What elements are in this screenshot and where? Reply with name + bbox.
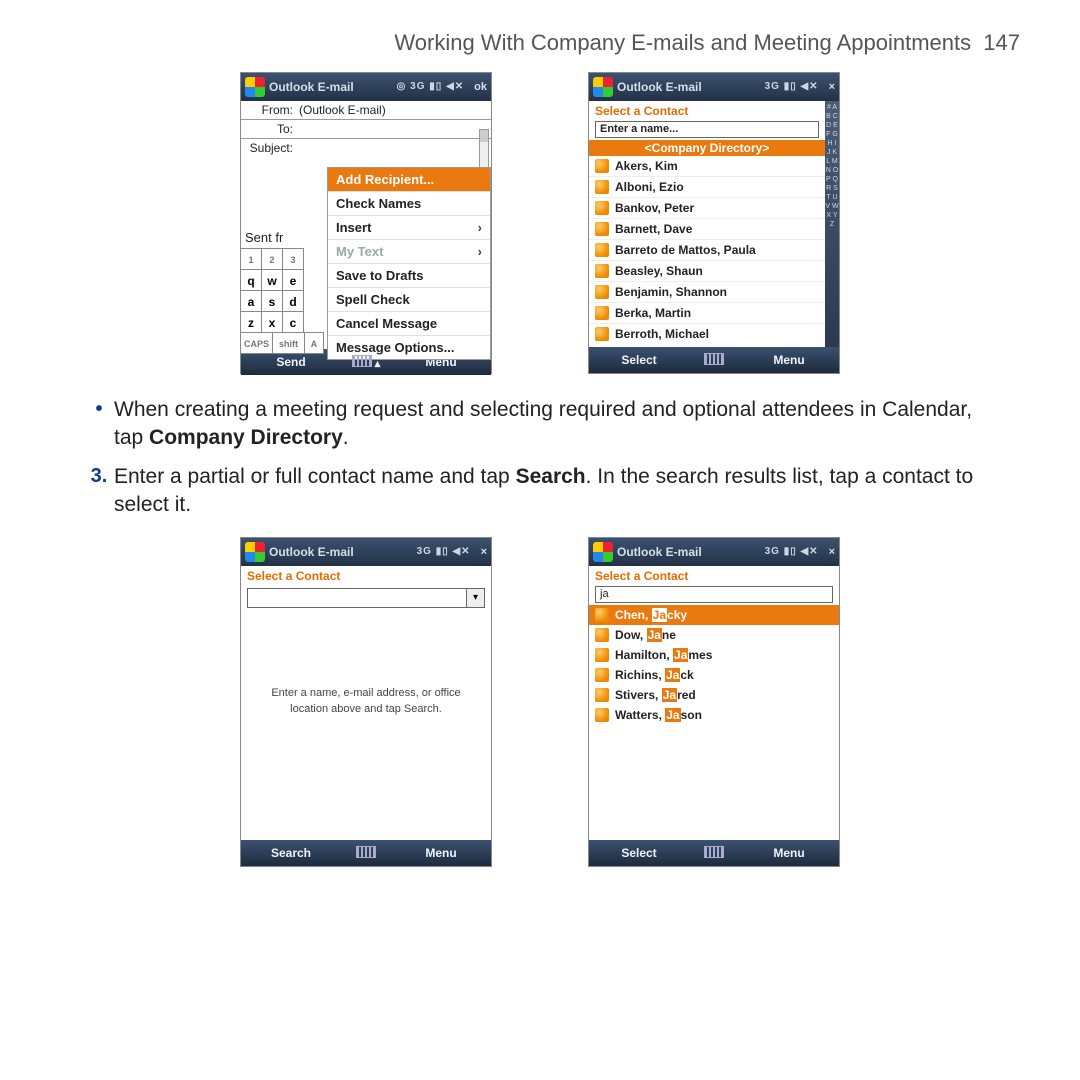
select-contact-header: Select a Contact bbox=[589, 101, 825, 121]
screenshot-search-empty: Outlook E-mail 3G ▮▯ ◀✕ × Select a Conta… bbox=[240, 537, 492, 867]
contact-icon bbox=[595, 201, 609, 215]
screenshot-compose: Outlook E-mail ◎ 3G ▮▯ ◀✕ ok From: (Outl… bbox=[240, 72, 492, 374]
result-row[interactable]: Dow, Jane bbox=[589, 625, 839, 645]
app-title: Outlook E-mail bbox=[617, 546, 702, 558]
start-icon[interactable] bbox=[245, 77, 265, 97]
titlebar: Outlook E-mail 3G ▮▯ ◀✕ × bbox=[589, 73, 839, 101]
result-row[interactable]: Richins, Jack bbox=[589, 665, 839, 685]
sip-toggle[interactable]: ▴ bbox=[341, 355, 391, 370]
contact-row[interactable]: Benjamin, Shannon bbox=[589, 281, 825, 302]
contact-icon bbox=[595, 608, 609, 622]
status-icons: 3G ▮▯ ◀✕ bbox=[765, 82, 819, 92]
contact-icon bbox=[595, 222, 609, 236]
softkey-menu[interactable]: Menu bbox=[739, 847, 839, 859]
softkey-search[interactable]: Search bbox=[241, 847, 341, 859]
contact-icon bbox=[595, 688, 609, 702]
result-row[interactable]: Chen, Jacky bbox=[589, 605, 839, 625]
name-input[interactable]: Enter a name... bbox=[595, 121, 819, 138]
softkey-menu[interactable]: Menu bbox=[739, 354, 839, 366]
screenshot-search-results: Outlook E-mail 3G ▮▯ ◀✕ × Select a Conta… bbox=[588, 537, 840, 867]
contact-row[interactable]: Beasley, Shaun bbox=[589, 260, 825, 281]
result-row[interactable]: Watters, Jason bbox=[589, 705, 839, 725]
menu-add-recipient[interactable]: Add Recipient... bbox=[328, 168, 490, 191]
context-menu: Add Recipient... Check Names Insert My T… bbox=[327, 167, 491, 360]
from-field[interactable]: From: (Outlook E-mail) bbox=[241, 101, 491, 120]
menu-insert[interactable]: Insert bbox=[328, 215, 490, 239]
softkey-select[interactable]: Select bbox=[589, 847, 689, 859]
contact-row[interactable]: Barnett, Dave bbox=[589, 218, 825, 239]
start-icon[interactable] bbox=[593, 77, 613, 97]
step-number: 3. bbox=[84, 463, 114, 520]
menu-save-drafts[interactable]: Save to Drafts bbox=[328, 263, 490, 287]
contact-icon bbox=[595, 180, 609, 194]
alpha-index[interactable]: # A B C D E F G H I J K L M N O P Q R S … bbox=[825, 101, 839, 347]
search-hint: Enter a name, e-mail address, or office … bbox=[241, 686, 491, 717]
keyboard[interactable]: 123 qwe asd zxc CAPSshiftA bbox=[241, 249, 324, 354]
status-icons: 3G ▮▯ ◀✕ bbox=[765, 547, 819, 557]
step-3: 3. Enter a partial or full contact name … bbox=[84, 463, 996, 520]
contact-icon bbox=[595, 159, 609, 173]
page-number: 147 bbox=[983, 30, 1020, 55]
contact-row[interactable]: Alboni, Ezio bbox=[589, 176, 825, 197]
page-header: Working With Company E-mails and Meeting… bbox=[60, 30, 1020, 56]
results-list: Chen, JackyDow, JaneHamilton, JamesRichi… bbox=[589, 605, 839, 725]
body-text-fragment: Sent fr bbox=[245, 231, 283, 244]
search-input[interactable]: ja bbox=[595, 586, 833, 603]
softkey-select[interactable]: Select bbox=[589, 354, 689, 366]
result-row[interactable]: Hamilton, James bbox=[589, 645, 839, 665]
to-field[interactable]: To: bbox=[241, 120, 491, 139]
contact-icon bbox=[595, 648, 609, 662]
select-contact-header: Select a Contact bbox=[241, 566, 491, 586]
bullet-item: • When creating a meeting request and se… bbox=[84, 396, 996, 453]
result-row[interactable]: Stivers, Jared bbox=[589, 685, 839, 705]
contact-row[interactable]: Akers, Kim bbox=[589, 156, 825, 176]
chevron-down-icon[interactable]: ▾ bbox=[466, 589, 484, 607]
contact-icon bbox=[595, 708, 609, 722]
contact-row[interactable]: Berka, Martin bbox=[589, 302, 825, 323]
start-icon[interactable] bbox=[245, 542, 265, 562]
start-icon[interactable] bbox=[593, 542, 613, 562]
screenshot-contacts: Outlook E-mail 3G ▮▯ ◀✕ × Select a Conta… bbox=[588, 72, 840, 374]
titlebar: Outlook E-mail 3G ▮▯ ◀✕ × bbox=[589, 538, 839, 566]
status-icons: ◎ 3G ▮▯ ◀✕ bbox=[397, 82, 464, 92]
softkey-menu[interactable]: Menu bbox=[391, 847, 491, 859]
contact-list: Akers, KimAlboni, EzioBankov, PeterBarne… bbox=[589, 156, 825, 344]
app-title: Outlook E-mail bbox=[617, 81, 702, 93]
bullet-icon: • bbox=[84, 396, 114, 453]
close-button[interactable]: × bbox=[481, 547, 487, 558]
ok-button[interactable]: ok bbox=[474, 82, 487, 93]
contact-icon bbox=[595, 285, 609, 299]
status-icons: 3G ▮▯ ◀✕ bbox=[417, 547, 471, 557]
softkey-send[interactable]: Send bbox=[241, 356, 341, 368]
contact-icon bbox=[595, 306, 609, 320]
sip-toggle[interactable] bbox=[689, 353, 739, 368]
contact-icon bbox=[595, 243, 609, 257]
contact-icon bbox=[595, 668, 609, 682]
contact-row[interactable]: Berroth, Michael bbox=[589, 323, 825, 344]
titlebar: Outlook E-mail 3G ▮▯ ◀✕ × bbox=[241, 538, 491, 566]
close-button[interactable]: × bbox=[829, 547, 835, 558]
select-contact-header: Select a Contact bbox=[589, 566, 839, 586]
contact-icon bbox=[595, 628, 609, 642]
titlebar: Outlook E-mail ◎ 3G ▮▯ ◀✕ ok bbox=[241, 73, 491, 101]
contact-row[interactable]: Barreto de Mattos, Paula bbox=[589, 239, 825, 260]
subject-field[interactable]: Subject: bbox=[241, 139, 491, 157]
menu-spell-check[interactable]: Spell Check bbox=[328, 287, 490, 311]
contact-icon bbox=[595, 327, 609, 341]
contact-row[interactable]: Bankov, Peter bbox=[589, 197, 825, 218]
app-title: Outlook E-mail bbox=[269, 81, 354, 93]
page-title: Working With Company E-mails and Meeting… bbox=[394, 30, 971, 55]
menu-check-names[interactable]: Check Names bbox=[328, 191, 490, 215]
menu-my-text[interactable]: My Text bbox=[328, 239, 490, 263]
company-directory-header[interactable]: <Company Directory> bbox=[589, 140, 825, 156]
close-button[interactable]: × bbox=[829, 82, 835, 93]
search-dropdown[interactable]: ▾ bbox=[247, 588, 485, 608]
sip-toggle[interactable] bbox=[689, 846, 739, 861]
contact-icon bbox=[595, 264, 609, 278]
sip-toggle[interactable] bbox=[341, 846, 391, 861]
menu-cancel-message[interactable]: Cancel Message bbox=[328, 311, 490, 335]
app-title: Outlook E-mail bbox=[269, 546, 354, 558]
